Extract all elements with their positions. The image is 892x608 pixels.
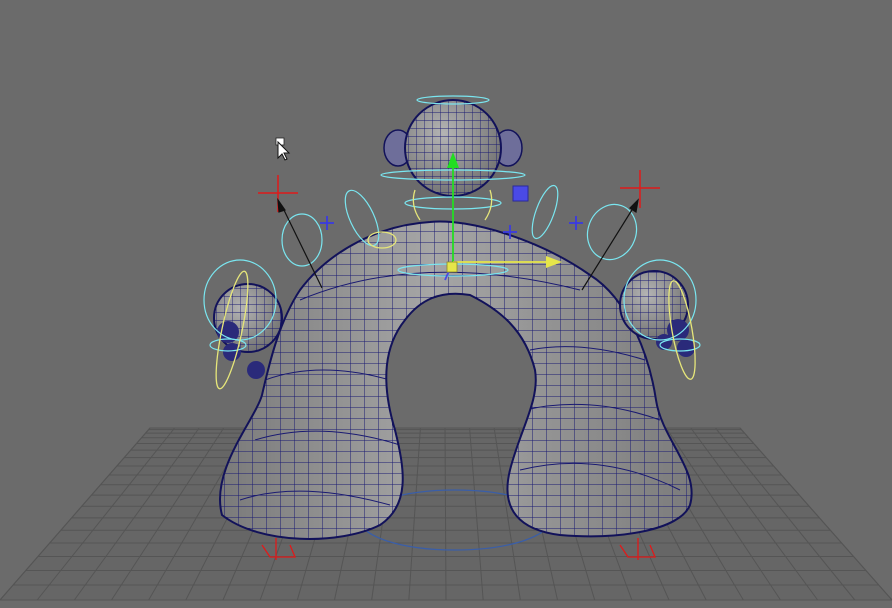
viewport-canvas[interactable] [0, 0, 892, 608]
3d-viewport[interactable] [0, 0, 892, 608]
ground-grid [0, 427, 892, 601]
